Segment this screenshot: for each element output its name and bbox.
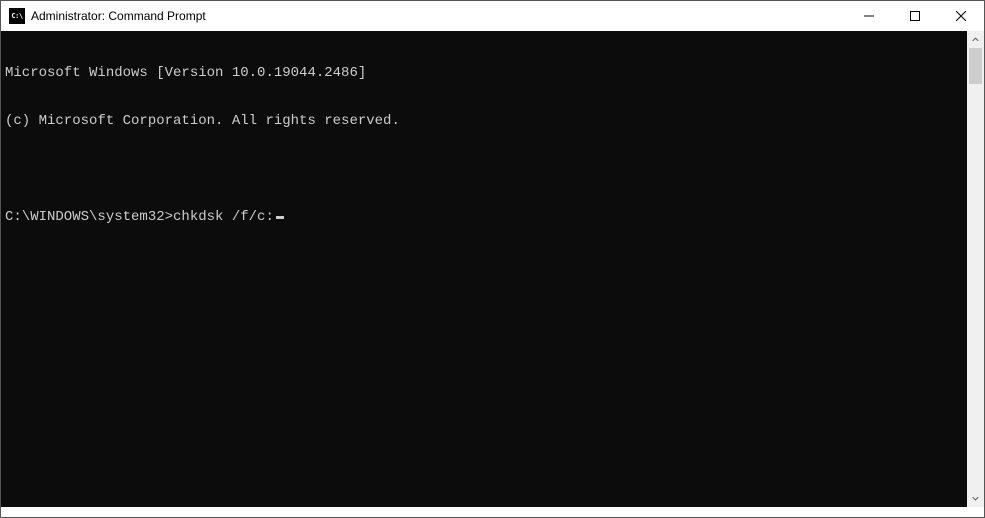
- window-controls: [846, 1, 984, 31]
- scroll-up-button[interactable]: [967, 31, 984, 48]
- cursor: [276, 216, 284, 219]
- console-output-line: (c) Microsoft Corporation. All rights re…: [5, 113, 963, 129]
- titlebar[interactable]: C:\ Administrator: Command Prompt: [1, 1, 984, 31]
- console-prompt-line: C:\WINDOWS\system32>chkdsk /f/c:: [5, 209, 963, 225]
- scroll-down-button[interactable]: [967, 490, 984, 507]
- console-blank-line: [5, 161, 963, 177]
- close-icon: [956, 11, 966, 21]
- command-text: chkdsk /f/c:: [173, 209, 274, 225]
- app-icon: C:\: [9, 8, 25, 24]
- maximize-button[interactable]: [892, 1, 938, 31]
- window-title: Administrator: Command Prompt: [31, 9, 206, 23]
- minimize-icon: [864, 11, 874, 21]
- vertical-scrollbar[interactable]: [967, 31, 984, 507]
- chevron-up-icon: [972, 36, 979, 43]
- command-prompt-window: C:\ Administrator: Command Prompt Micros…: [0, 0, 985, 518]
- console-output-line: Microsoft Windows [Version 10.0.19044.24…: [5, 65, 963, 81]
- prompt-text: C:\WINDOWS\system32>: [5, 209, 173, 225]
- app-icon-label: C:\: [11, 12, 22, 20]
- console-area[interactable]: Microsoft Windows [Version 10.0.19044.24…: [1, 31, 967, 507]
- maximize-icon: [910, 11, 920, 21]
- chevron-down-icon: [972, 495, 979, 502]
- close-button[interactable]: [938, 1, 984, 31]
- scrollbar-thumb[interactable]: [969, 48, 982, 84]
- minimize-button[interactable]: [846, 1, 892, 31]
- scrollbar-track[interactable]: [967, 48, 984, 490]
- console-wrapper: Microsoft Windows [Version 10.0.19044.24…: [1, 31, 984, 517]
